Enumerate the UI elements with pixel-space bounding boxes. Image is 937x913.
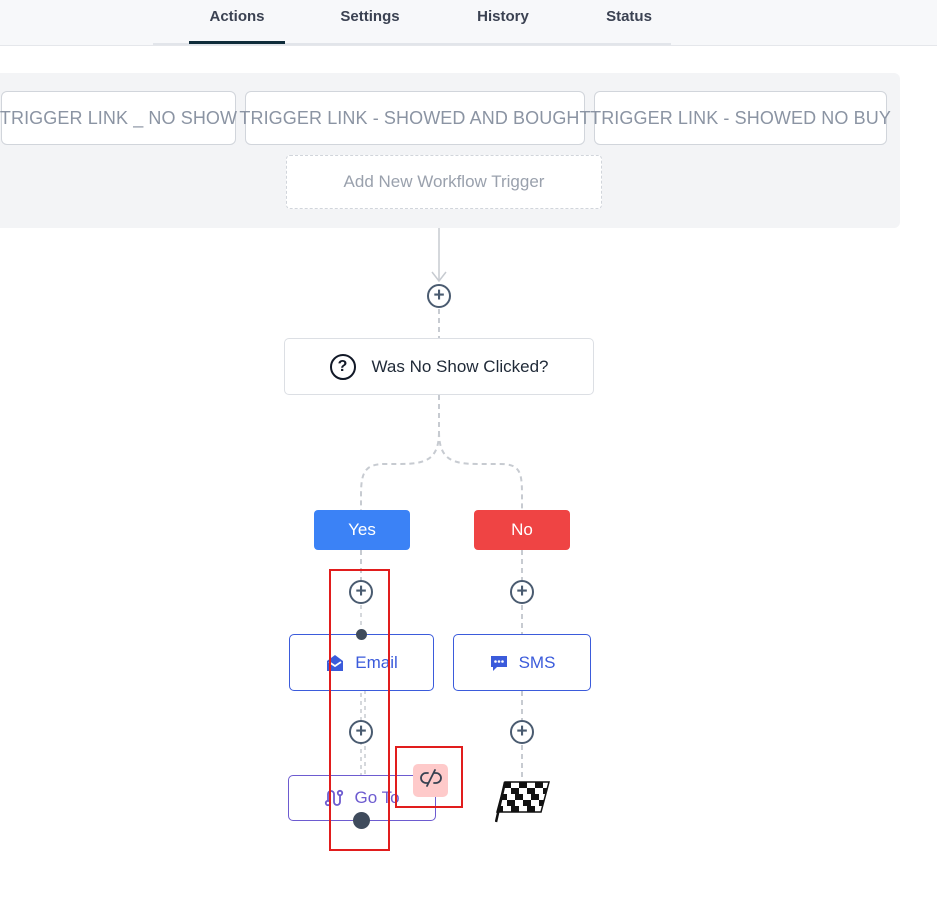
tab-history[interactable]: History [455, 0, 551, 44]
checkered-flag-icon [494, 778, 551, 824]
add-workflow-trigger-button[interactable]: Add New Workflow Trigger [286, 155, 602, 209]
branch-no[interactable]: No [474, 510, 570, 550]
question-circle-icon: ? [329, 353, 356, 380]
highlight-box-unlink [395, 746, 463, 808]
workflow-triggers-panel: TRIGGER LINK _ NO SHOW TRIGGER LINK - SH… [0, 73, 900, 228]
sms-action-node[interactable]: SMS [453, 634, 591, 691]
sms-action-label: SMS [518, 652, 556, 672]
condition-label: Was No Show Clicked? [371, 356, 549, 376]
trigger-card-no-show[interactable]: TRIGGER LINK _ NO SHOW [0, 91, 237, 145]
tab-settings[interactable]: Settings [322, 0, 418, 44]
condition-node[interactable]: ? Was No Show Clicked? [284, 338, 594, 395]
tab-status[interactable]: Status [581, 0, 677, 44]
add-action-no-plus-icon[interactable]: + [510, 580, 534, 604]
chat-bubble-icon [489, 653, 509, 673]
trigger-card-showed-and-bought[interactable]: TRIGGER LINK - SHOWED AND BOUGHT [239, 91, 591, 145]
add-action-plus-icon[interactable]: + [427, 284, 451, 308]
trigger-card-showed-no-buy[interactable]: TRIGGER LINK - SHOWED NO BUY [590, 91, 891, 145]
branch-yes[interactable]: Yes [314, 510, 410, 550]
highlight-box-connector [329, 569, 390, 851]
add-action-no-2-plus-icon[interactable]: + [510, 720, 534, 744]
tab-bar: Actions Settings History Status [0, 0, 937, 46]
tab-actions[interactable]: Actions [189, 0, 285, 44]
